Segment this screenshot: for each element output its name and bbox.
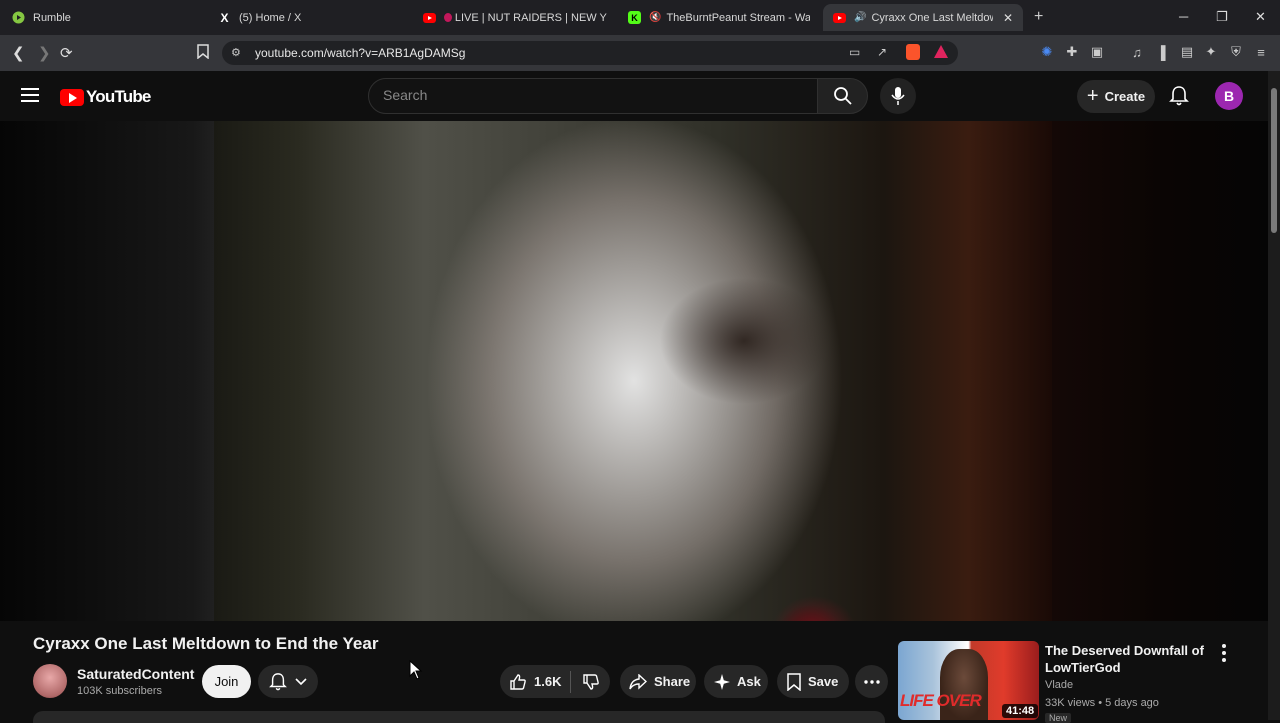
video-letterbox-right — [1052, 121, 1268, 621]
create-button[interactable]: + Create — [1077, 80, 1155, 113]
like-count: 1.6K — [534, 674, 562, 689]
close-tab-icon[interactable]: ✕ — [1003, 11, 1013, 25]
account-avatar[interactable]: B — [1215, 82, 1243, 110]
tab-live-nut-raiders[interactable]: LIVE | NUT RAIDERS | NEW YEAR — [423, 4, 607, 31]
create-label: Create — [1104, 89, 1146, 104]
tab-label: TheBurntPeanut Stream - Watch — [666, 11, 810, 24]
live-dot-icon — [444, 13, 452, 22]
cast-icon[interactable]: ▭ — [849, 45, 860, 59]
tab-label: Cyraxx One Last Meltdown to — [871, 11, 992, 24]
hamburger-menu-icon[interactable] — [21, 88, 39, 102]
restore-icon[interactable]: ❐ — [1216, 9, 1228, 25]
browser-tab-bar: Rumble X (5) Home / X LIVE | NUT RAIDERS… — [0, 0, 1280, 35]
youtube-icon — [423, 11, 436, 24]
ask-button[interactable]: Ask — [704, 665, 768, 698]
tab-cyraxx-active[interactable]: 🔊 Cyraxx One Last Meltdown to ✕ — [823, 4, 1023, 31]
mouse-cursor-icon — [409, 660, 423, 680]
puzzle-extensions-icon[interactable]: ✚ — [1064, 44, 1080, 60]
chevron-down-icon — [295, 677, 307, 685]
reader-icon[interactable]: ▣ — [1089, 44, 1105, 60]
thumbs-down-icon — [582, 673, 599, 690]
more-horizontal-icon — [863, 679, 880, 684]
thumbnail-text: LIFE OVER — [900, 691, 982, 710]
tab-burntpeanut[interactable]: K 🔇 TheBurntPeanut Stream - Watch — [628, 4, 810, 31]
search-button[interactable] — [817, 78, 868, 114]
search-box[interactable] — [368, 78, 818, 114]
recommended-title[interactable]: The Deserved Downfall of LowTierGod — [1045, 642, 1215, 676]
bell-icon — [1169, 86, 1189, 106]
sidebar-icon[interactable]: ▐ — [1153, 44, 1169, 60]
site-settings-icon[interactable]: ⚙ — [231, 46, 241, 59]
plus-icon: + — [1086, 85, 1099, 107]
thumbs-up-icon — [509, 673, 527, 691]
recommended-channel[interactable]: Vlade — [1045, 679, 1073, 691]
youtube-logo[interactable]: YouTube — [60, 87, 151, 107]
tab-label: LIVE | NUT RAIDERS | NEW YEAR — [454, 11, 607, 24]
subscription-notifications-button[interactable] — [258, 665, 318, 698]
speaker-icon[interactable]: 🔊 — [854, 12, 866, 23]
wallet-icon[interactable]: ▤ — [1179, 44, 1195, 60]
reload-icon[interactable]: ⟳ — [60, 44, 73, 62]
save-button[interactable]: Save — [777, 665, 849, 698]
share-button[interactable]: Share — [620, 665, 696, 698]
share-page-icon[interactable]: ↗ — [877, 45, 887, 59]
bookmark-icon[interactable] — [197, 44, 209, 63]
leo-ai-icon[interactable]: ✦ — [1203, 44, 1219, 60]
share-label: Share — [654, 674, 691, 689]
x-icon: X — [220, 10, 229, 25]
youtube-play-icon — [60, 88, 84, 106]
save-bookmark-icon — [787, 672, 801, 691]
search-input[interactable] — [383, 87, 783, 103]
subscriber-count: 103K subscribers — [77, 685, 162, 697]
save-label: Save — [808, 674, 839, 689]
url-text: youtube.com/watch?v=ARB1AgDAMSg — [255, 46, 466, 60]
video-letterbox-left — [0, 121, 214, 621]
share-icon — [629, 673, 647, 690]
dislike-button[interactable] — [571, 673, 610, 691]
new-badge: New — [1045, 713, 1072, 723]
muted-speaker-icon[interactable]: 🔇 — [649, 12, 661, 23]
youtube-wordmark: YouTube — [86, 87, 151, 106]
extension-icon[interactable]: ✺ — [1039, 44, 1055, 60]
menu-icon[interactable]: ≡ — [1253, 44, 1269, 60]
video-player[interactable] — [0, 121, 1268, 621]
bell-icon — [269, 672, 287, 690]
media-icon[interactable]: ♫ — [1129, 44, 1145, 60]
brave-rewards-icon[interactable] — [934, 45, 948, 58]
address-bar[interactable]: ⚙ youtube.com/watch?v=ARB1AgDAMSg ▭ ↗ — [222, 41, 958, 65]
more-vertical-icon[interactable] — [1222, 644, 1226, 662]
sparkle-icon — [714, 673, 730, 690]
like-dislike-group: 1.6K — [500, 665, 610, 698]
like-button[interactable]: 1.6K — [500, 673, 570, 691]
new-tab-button[interactable]: + — [1034, 8, 1043, 26]
microphone-icon — [891, 87, 905, 105]
kick-icon: K — [628, 11, 641, 24]
channel-avatar[interactable] — [33, 664, 67, 698]
back-icon[interactable]: ❮ — [12, 44, 25, 62]
notifications-button[interactable] — [1169, 85, 1189, 112]
youtube-icon — [833, 11, 846, 24]
voice-search-button[interactable] — [880, 78, 916, 114]
tab-label: (5) Home / X — [239, 11, 302, 24]
minimize-icon[interactable]: ─ — [1179, 9, 1188, 24]
video-title: Cyraxx One Last Meltdown to End the Year — [33, 634, 379, 653]
description-box[interactable] — [33, 711, 885, 723]
channel-name[interactable]: SaturatedContent — [77, 666, 194, 682]
tab-label: Rumble — [33, 11, 71, 24]
tab-x-home[interactable]: X (5) Home / X — [218, 4, 408, 31]
forward-icon[interactable]: ❯ — [38, 44, 51, 62]
scrollbar-thumb[interactable] — [1271, 88, 1277, 233]
join-button[interactable]: Join — [202, 665, 251, 698]
close-window-icon[interactable]: ✕ — [1255, 9, 1266, 25]
rumble-icon — [12, 11, 25, 24]
more-actions-button[interactable] — [855, 665, 888, 698]
ask-label: Ask — [737, 674, 761, 689]
vpn-icon[interactable]: ⛨ — [1228, 44, 1244, 60]
video-frame[interactable] — [214, 121, 1052, 621]
video-duration: 41:48 — [1002, 704, 1039, 718]
recommended-meta: 33K views • 5 days ago — [1045, 697, 1159, 709]
tab-rumble[interactable]: Rumble — [12, 4, 202, 31]
search-icon — [833, 87, 852, 105]
brave-shield-icon[interactable] — [906, 44, 920, 60]
